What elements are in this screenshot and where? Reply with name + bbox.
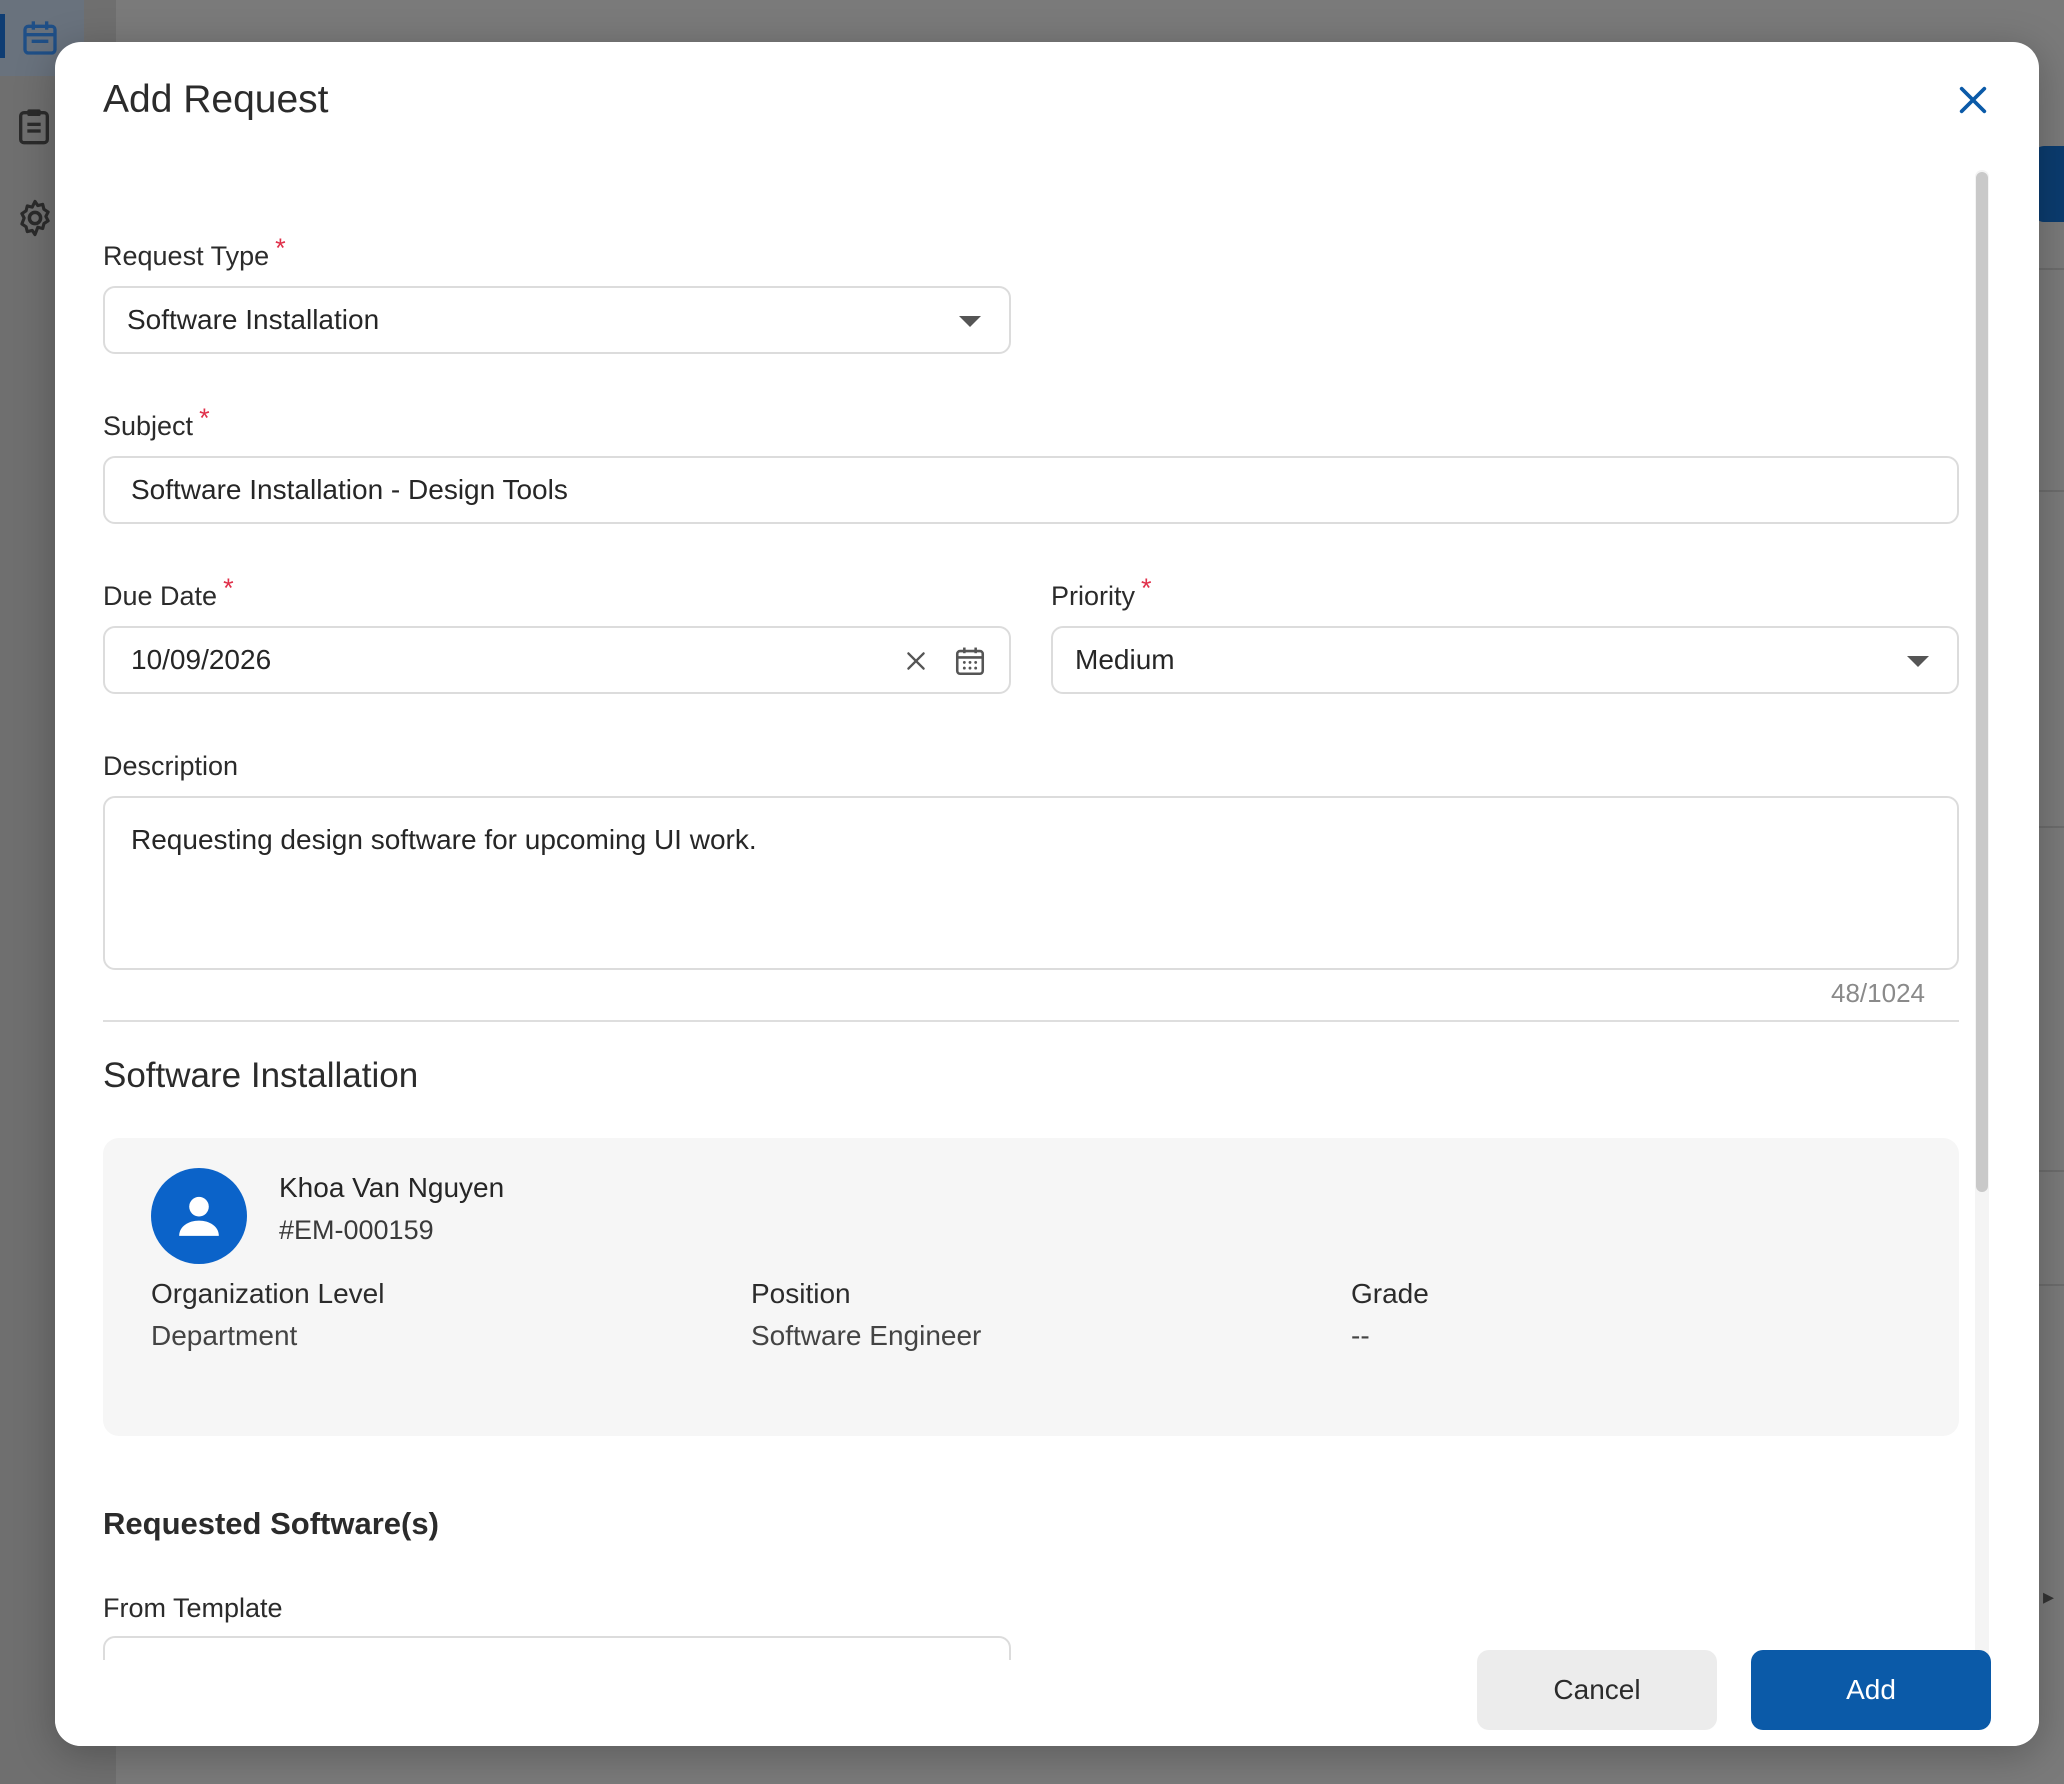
employee-id: #EM-000159 [279,1215,434,1245]
avatar [151,1168,247,1264]
subject-label: Subject * [103,403,210,441]
request-type-label: Request Type * [103,233,286,271]
calendar-icon[interactable] [953,644,987,678]
description-label: Description [103,751,239,781]
close-button[interactable] [1947,74,1999,126]
section-title: Software Installation [103,1056,419,1095]
add-request-dialog: Add Request Request Type * Software Insta… [55,42,2039,1746]
due-date-value: 10/09/2026 [131,644,272,675]
gear-icon [20,199,50,237]
request-type-value: Software Installation [127,304,380,335]
due-date-input[interactable]: 10/09/2026 [103,626,1011,694]
cancel-button[interactable]: Cancel [1477,1650,1717,1730]
required-indicator: * [1141,573,1152,603]
chevron-down-icon [959,316,981,327]
person-icon [179,1196,219,1236]
chevron-down-icon [1907,656,1929,667]
grade-label: Grade [1351,1278,1429,1309]
subject-value: Software Installation - Design Tools [131,474,568,505]
dialog-body[interactable]: Request Type * Software Installation Subj… [55,182,1989,1660]
organization-level-label: Organization Level [151,1278,385,1309]
section-divider [103,1020,1959,1022]
calendar-icon [23,21,57,55]
dialog-footer [55,1660,2039,1746]
request-type-select[interactable]: Software Installation [103,286,1011,354]
position-label: Position [751,1278,851,1309]
from-template-select[interactable] [103,1636,1011,1660]
description-textarea[interactable]: Requesting design software for upcoming … [103,796,1959,970]
priority-select[interactable]: Medium [1051,626,1959,694]
description-value: Requesting design software for upcoming … [131,824,757,855]
requested-software-title: Requested Software(s) [103,1506,439,1541]
required-indicator: * [199,403,210,433]
priority-value: Medium [1075,644,1175,675]
close-icon [1959,86,1987,114]
add-button[interactable]: Add [1751,1650,1991,1730]
position-value: Software Engineer [751,1320,982,1351]
clear-icon[interactable] [903,648,929,674]
required-indicator: * [275,233,286,263]
organization-level-value: Department [151,1320,298,1351]
employee-card: Khoa Van Nguyen #EM-000159 Organization … [103,1138,1959,1436]
from-template-label: From Template [103,1593,283,1623]
employee-name: Khoa Van Nguyen [279,1172,505,1203]
clipboard-icon [19,109,49,145]
priority-label: Priority * [1051,573,1152,611]
due-date-label: Due Date * [103,573,234,611]
grade-value: -- [1351,1320,1370,1351]
character-count: 48/1024 [1831,978,1925,1008]
subject-input[interactable]: Software Installation - Design Tools [103,456,1959,524]
dialog-title: Add Request [103,78,329,121]
required-indicator: * [223,573,234,603]
scrollbar-thumb[interactable] [1976,172,1988,1192]
chevron-right-icon: ▸ [2042,1584,2054,1609]
